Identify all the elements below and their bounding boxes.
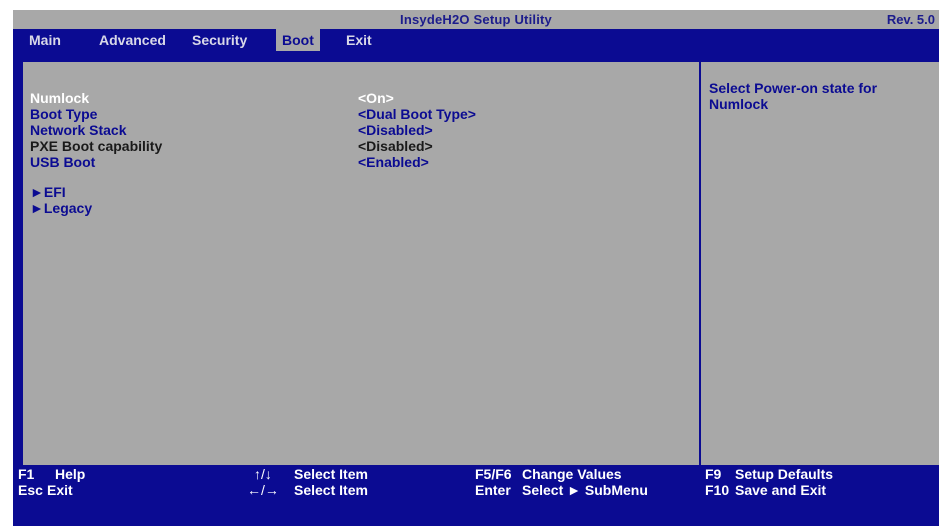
app-title: InsydeH2O Setup Utility [400, 12, 552, 27]
key-help: F1 Help [18, 466, 85, 482]
key-desc: Select Item [294, 466, 368, 482]
key-setup-defaults: F9 Setup Defaults [705, 466, 833, 482]
tab-exit[interactable]: Exit [340, 29, 378, 51]
setting-value[interactable]: <Enabled> [358, 154, 429, 170]
key-desc: Exit [47, 482, 73, 498]
setting-label: USB Boot [30, 154, 96, 170]
setting-value[interactable]: <Dual Boot Type> [358, 106, 476, 122]
bios-setup-screen: InsydeH2O Setup Utility Rev. 5.0 Main Ad… [0, 0, 939, 526]
setting-label: Numlock [30, 90, 90, 106]
setting-value[interactable]: <On> [358, 90, 394, 106]
key-name: F5/F6 [475, 466, 512, 482]
help-pane: Select Power-on state for Numlock [700, 61, 939, 467]
setting-label: PXE Boot capability [30, 138, 163, 154]
key-change-values: F5/F6 Change Values [475, 466, 622, 482]
key-name: F10 [705, 482, 730, 498]
tab-advanced[interactable]: Advanced [93, 29, 172, 51]
submenu-label: ►EFI [30, 184, 66, 200]
main-area: Numlock <On> Boot Type <Dual Boot Type> … [13, 51, 939, 467]
key-exit: Esc Exit [18, 482, 73, 498]
settings-pane: Numlock <On> Boot Type <Dual Boot Type> … [22, 61, 700, 467]
key-select-item-horizontal: ←/→ Select Item [247, 482, 368, 498]
key-name: Enter [475, 482, 511, 498]
key-desc: Help [55, 466, 86, 482]
setting-label: Boot Type [30, 106, 98, 122]
setting-label: Network Stack [30, 122, 127, 138]
key-legend: F1 Help ↑/↓ Select Item F5/F6 Change Val… [13, 465, 939, 526]
tab-boot[interactable]: Boot [276, 29, 320, 51]
setting-value[interactable]: <Disabled> [358, 122, 433, 138]
title-bar: InsydeH2O Setup Utility Rev. 5.0 [13, 10, 939, 29]
help-text: Select Power-on state for Numlock [709, 80, 878, 112]
tab-security[interactable]: Security [186, 29, 253, 51]
arrow-updown-icon: ↑/↓ [254, 466, 272, 482]
key-desc: Change Values [522, 466, 622, 482]
key-name: F1 [18, 466, 35, 482]
key-save-exit: F10 Save and Exit [705, 482, 826, 498]
key-name: Esc [18, 482, 43, 498]
menu-bar: Main Advanced Security Boot Exit [13, 29, 939, 51]
key-desc: Setup Defaults [735, 466, 834, 482]
arrow-leftright-icon: ←/→ [247, 482, 279, 498]
key-select-item-vertical: ↑/↓ Select Item [254, 466, 368, 482]
key-desc: Select ► SubMenu [522, 482, 648, 498]
key-submenu: Enter Select ► SubMenu [475, 482, 648, 498]
setting-value: <Disabled> [358, 138, 433, 154]
key-desc: Save and Exit [735, 482, 827, 498]
key-name: F9 [705, 466, 722, 482]
key-desc: Select Item [294, 482, 368, 498]
submenu-label: ►Legacy [30, 200, 93, 216]
tab-main[interactable]: Main [23, 29, 67, 51]
revision-label: Rev. 5.0 [886, 12, 935, 27]
